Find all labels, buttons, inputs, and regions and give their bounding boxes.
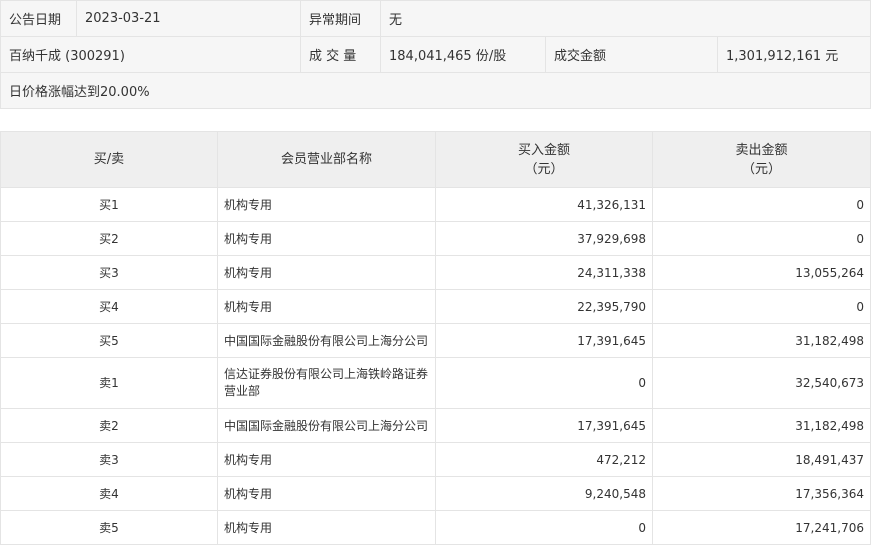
row-buy-amount: 0 [435, 510, 653, 545]
row-branch: 机构专用 [217, 289, 436, 324]
header-branch: 会员营业部名称 [217, 131, 436, 188]
row-sell-amount: 31,182,498 [652, 408, 871, 443]
table-row: 卖5 机构专用 0 17,241,706 [0, 510, 871, 545]
date-value: 2023-03-21 [76, 0, 301, 37]
row-sell-amount: 18,491,437 [652, 442, 871, 477]
info-row-date: 公告日期 2023-03-21 异常期间 无 [0, 0, 872, 37]
row-buy-amount: 37,929,698 [435, 221, 653, 256]
header-buy-amount: 买入金额 （元） [435, 131, 653, 188]
info-row-reason: 日价格涨幅达到20.00% [0, 72, 872, 109]
row-branch: 机构专用 [217, 221, 436, 256]
table-row: 卖4 机构专用 9,240,548 17,356,364 [0, 476, 871, 511]
date-label: 公告日期 [0, 0, 77, 37]
row-side: 买4 [0, 289, 218, 324]
header-sell-amount: 卖出金额 （元） [652, 131, 871, 188]
row-side: 卖5 [0, 510, 218, 545]
period-label: 异常期间 [300, 0, 381, 37]
header-buy-line1: 买入金额 [517, 142, 570, 158]
row-buy-amount: 17,391,645 [435, 408, 653, 443]
row-branch: 中国国际金融股份有限公司上海分公司 [217, 323, 436, 358]
row-sell-amount: 0 [652, 289, 871, 324]
amount-label: 成交金额 [545, 36, 718, 73]
row-sell-amount: 32,540,673 [652, 357, 871, 409]
row-sell-amount: 17,356,364 [652, 476, 871, 511]
table-row: 买3 机构专用 24,311,338 13,055,264 [0, 255, 871, 290]
row-branch-line1: 信达证券股份有限公司上海铁岭路证券 [224, 367, 429, 381]
row-buy-amount: 17,391,645 [435, 323, 653, 358]
amount-value: 1,301,912,161 元 [716, 36, 872, 73]
table-row: 卖2 中国国际金融股份有限公司上海分公司 17,391,645 31,182,4… [0, 408, 871, 443]
row-buy-amount: 9,240,548 [435, 476, 653, 511]
row-side: 买3 [0, 255, 218, 290]
row-branch: 机构专用 [217, 510, 436, 545]
row-side: 买1 [0, 187, 218, 222]
stock-name: 百纳千成 (300291) [0, 36, 301, 73]
row-branch: 机构专用 [217, 187, 436, 222]
table-row: 买4 机构专用 22,395,790 0 [0, 289, 871, 324]
volume-label: 成 交 量 [300, 36, 381, 73]
header-side: 买/卖 [0, 131, 218, 188]
row-sell-amount: 0 [652, 221, 871, 256]
table-row: 买2 机构专用 37,929,698 0 [0, 221, 871, 256]
row-buy-amount: 0 [435, 357, 653, 409]
volume-value: 184,041,465 份/股 [380, 36, 546, 73]
table-header-row: 买/卖 会员营业部名称 买入金额 （元） 卖出金额 （元） [0, 131, 871, 188]
row-sell-amount: 13,055,264 [652, 255, 871, 290]
period-value: 无 [379, 0, 872, 37]
table-row: 买5 中国国际金融股份有限公司上海分公司 17,391,645 31,182,4… [0, 323, 871, 358]
row-buy-amount: 472,212 [435, 442, 653, 477]
row-side: 买5 [0, 323, 218, 358]
row-branch: 机构专用 [217, 442, 436, 477]
header-sell-line1: 卖出金额 [735, 142, 788, 158]
table-row: 卖3 机构专用 472,212 18,491,437 [0, 442, 871, 477]
table-row: 卖1 信达证券股份有限公司上海铁岭路证券 营业部 0 32,540,673 [0, 357, 871, 409]
row-side: 卖3 [0, 442, 218, 477]
row-side: 卖2 [0, 408, 218, 443]
row-branch: 信达证券股份有限公司上海铁岭路证券 营业部 [217, 357, 436, 409]
row-sell-amount: 17,241,706 [652, 510, 871, 545]
reason-text: 日价格涨幅达到20.00% [0, 72, 872, 109]
row-side: 买2 [0, 221, 218, 256]
header-sell-line2: （元） [741, 161, 781, 177]
row-buy-amount: 22,395,790 [435, 289, 653, 324]
row-side: 卖4 [0, 476, 218, 511]
header-buy-line2: （元） [524, 161, 564, 177]
row-sell-amount: 31,182,498 [652, 323, 871, 358]
trading-detail-table: 买/卖 会员营业部名称 买入金额 （元） 卖出金额 （元） 买1 机构专用 41… [0, 131, 871, 545]
row-branch: 中国国际金融股份有限公司上海分公司 [217, 408, 436, 443]
row-side: 卖1 [0, 357, 218, 409]
row-branch: 机构专用 [217, 255, 436, 290]
table-row: 买1 机构专用 41,326,131 0 [0, 187, 871, 222]
row-buy-amount: 24,311,338 [435, 255, 653, 290]
announcement-info-table: 公告日期 2023-03-21 异常期间 无 百纳千成 (300291) 成 交… [0, 0, 872, 109]
row-branch-line2: 营业部 [224, 384, 261, 398]
row-branch: 机构专用 [217, 476, 436, 511]
row-sell-amount: 0 [652, 187, 871, 222]
row-buy-amount: 41,326,131 [435, 187, 653, 222]
info-row-stock: 百纳千成 (300291) 成 交 量 184,041,465 份/股 成交金额… [0, 36, 872, 73]
